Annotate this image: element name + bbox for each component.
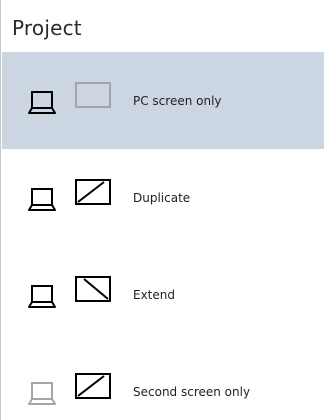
panel-title: Project [12,16,82,40]
option-duplicate[interactable]: Duplicate [2,149,324,246]
project-panel: Project PC screen only Duplicate Extend [0,0,324,420]
second-screen-only-icon [28,373,111,405]
option-label: Second screen only [133,385,251,399]
option-extend[interactable]: Extend [2,246,324,343]
option-label: PC screen only [133,94,222,108]
option-label: Extend [133,288,175,302]
duplicate-icon [28,179,111,211]
option-label: Duplicate [133,191,191,205]
extend-icon [28,276,111,308]
option-second-screen-only[interactable]: Second screen only [2,343,324,420]
option-pc-screen-only[interactable]: PC screen only [2,52,324,149]
pc-screen-only-icon [28,82,111,114]
